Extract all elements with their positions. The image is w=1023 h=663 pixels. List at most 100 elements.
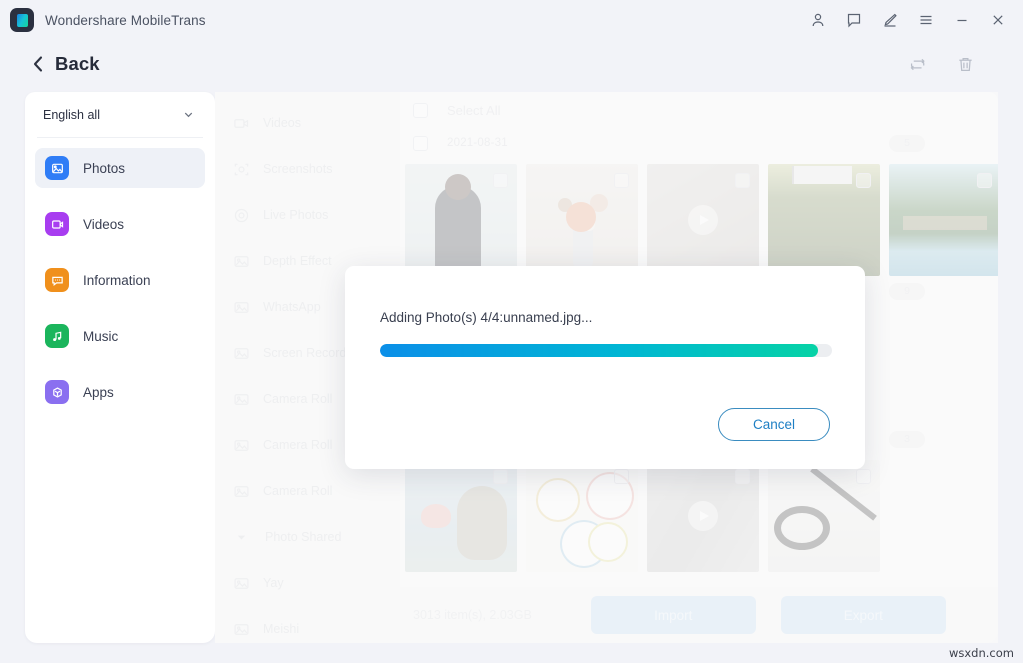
photo-cable[interactable] xyxy=(768,460,880,572)
edit-icon[interactable] xyxy=(881,11,899,29)
sidebar: English all Photos Videos Information Music… xyxy=(25,92,215,643)
minimize-icon[interactable] xyxy=(953,11,971,29)
photo-chart[interactable] xyxy=(526,460,638,572)
category-label: Camera Roll xyxy=(263,392,333,406)
video-clip-1[interactable] xyxy=(647,164,759,276)
sidebar-item-music[interactable]: Music xyxy=(35,316,205,356)
sidebar-item-label: Videos xyxy=(83,216,125,232)
category-item-videos[interactable]: Videos xyxy=(215,100,400,146)
refresh-icon[interactable] xyxy=(909,55,928,74)
category-label: Live Photos xyxy=(263,208,329,222)
photo-garden[interactable] xyxy=(768,164,880,276)
information-icon xyxy=(45,268,69,292)
chevron-down-icon xyxy=(232,528,250,546)
bottom-action-bar: 3013 item(s), 2.03GB Import Export xyxy=(400,587,998,643)
date-count-badge: 9 xyxy=(889,282,925,300)
progress-message: Adding Photo(s) 4/4:unnamed.jpg... xyxy=(380,310,593,325)
title-bar: Wondershare MobileTrans xyxy=(0,0,1023,40)
date-count-badge: 3 xyxy=(889,430,925,448)
date-label: 2021-08-31 xyxy=(447,137,508,149)
back-label: Back xyxy=(55,53,100,74)
back-button[interactable]: Back xyxy=(32,53,100,75)
thumbnail-checkbox[interactable] xyxy=(856,469,871,484)
video-clip-2[interactable] xyxy=(647,460,759,572)
category-label: Depth Effect xyxy=(263,254,332,268)
thumbnail-row xyxy=(400,158,998,276)
sidebar-item-information[interactable]: Information xyxy=(35,260,205,300)
chevron-left-icon xyxy=(33,56,43,72)
image-icon xyxy=(232,574,250,592)
videos-icon xyxy=(45,212,69,236)
export-button[interactable]: Export xyxy=(780,596,946,634)
progress-dialog: Adding Photo(s) 4/4:unnamed.jpg... Cance… xyxy=(345,266,865,469)
app-logo-icon xyxy=(10,8,34,32)
category-label: Camera Roll xyxy=(263,484,333,498)
language-label: English all xyxy=(43,107,100,122)
date-group-checkbox[interactable] xyxy=(413,135,428,151)
photo-palms[interactable] xyxy=(889,164,998,276)
select-all-row[interactable]: Select All xyxy=(400,92,998,128)
thumbnail-checkbox[interactable] xyxy=(977,173,992,188)
account-icon[interactable] xyxy=(809,11,827,29)
progress-bar-track xyxy=(380,344,832,357)
dialog-actions: Cancel xyxy=(718,408,830,441)
image-icon xyxy=(232,298,250,316)
sidebar-item-videos[interactable]: Videos xyxy=(35,204,205,244)
sidebar-item-label: Photos xyxy=(83,160,126,176)
thumbnail-checkbox[interactable] xyxy=(614,173,629,188)
sidebar-nav: Photos Videos Information Music Apps xyxy=(25,138,215,412)
select-all-label: Select All xyxy=(447,102,501,118)
application-window: Wondershare MobileTrans Back English all… xyxy=(0,0,1023,663)
progress-bar-fill xyxy=(380,344,819,357)
date-count-badge: 5 xyxy=(889,134,925,152)
cancel-button[interactable]: Cancel xyxy=(718,408,830,441)
photo-flowers[interactable] xyxy=(526,164,638,276)
photos-icon xyxy=(45,156,69,180)
category-label: Yay xyxy=(263,576,284,590)
import-button[interactable]: Import xyxy=(590,596,756,634)
video-camera-icon xyxy=(232,114,250,132)
category-item-photo-shared[interactable]: Photo Shared xyxy=(215,514,400,560)
window-controls xyxy=(809,11,1011,29)
thumbnail-checkbox[interactable] xyxy=(856,173,871,188)
category-label: Meishi xyxy=(263,622,300,636)
category-label: Screen Recorder xyxy=(263,346,358,360)
thumbnail-checkbox[interactable] xyxy=(735,173,750,188)
back-bar: Back xyxy=(0,40,1023,88)
thumbnail-checkbox[interactable] xyxy=(614,469,629,484)
thumbnail-checkbox[interactable] xyxy=(735,469,750,484)
trash-icon[interactable] xyxy=(956,55,975,74)
category-item-screenshots[interactable]: Screenshots xyxy=(215,146,400,192)
close-icon[interactable] xyxy=(989,11,1007,29)
photo-person[interactable] xyxy=(405,164,517,276)
category-label: Camera Roll xyxy=(263,438,333,452)
category-item-yay[interactable]: Yay xyxy=(215,560,400,606)
category-item-live-photos[interactable]: Live Photos xyxy=(215,192,400,238)
app-title: Wondershare MobileTrans xyxy=(45,12,206,28)
photo-totoro[interactable] xyxy=(405,460,517,572)
apps-icon xyxy=(45,380,69,404)
toolbar-actions xyxy=(909,55,1005,74)
thumbnail-row xyxy=(400,454,998,572)
item-count-label: 3013 item(s), 2.03GB xyxy=(413,608,532,622)
menu-icon[interactable] xyxy=(917,11,935,29)
feedback-icon[interactable] xyxy=(845,11,863,29)
sidebar-item-apps[interactable]: Apps xyxy=(35,372,205,412)
sidebar-item-label: Apps xyxy=(83,384,114,400)
language-selector[interactable]: English all xyxy=(37,92,203,138)
image-icon xyxy=(232,620,250,638)
image-icon xyxy=(232,436,250,454)
sidebar-item-photos[interactable]: Photos xyxy=(35,148,205,188)
image-icon xyxy=(232,344,250,362)
date-group-header[interactable]: 2021-08-31 5 xyxy=(400,128,998,158)
thumbnail-checkbox[interactable] xyxy=(493,469,508,484)
category-label: Videos xyxy=(263,116,301,130)
select-all-checkbox[interactable] xyxy=(413,102,428,118)
live-photo-icon xyxy=(232,206,250,224)
category-item-meishi[interactable]: Meishi xyxy=(215,606,400,643)
music-icon xyxy=(45,324,69,348)
thumbnail-checkbox[interactable] xyxy=(493,173,508,188)
play-icon xyxy=(688,205,718,235)
category-item-camera-roll[interactable]: Camera Roll xyxy=(215,468,400,514)
sidebar-item-label: Music xyxy=(83,328,119,344)
